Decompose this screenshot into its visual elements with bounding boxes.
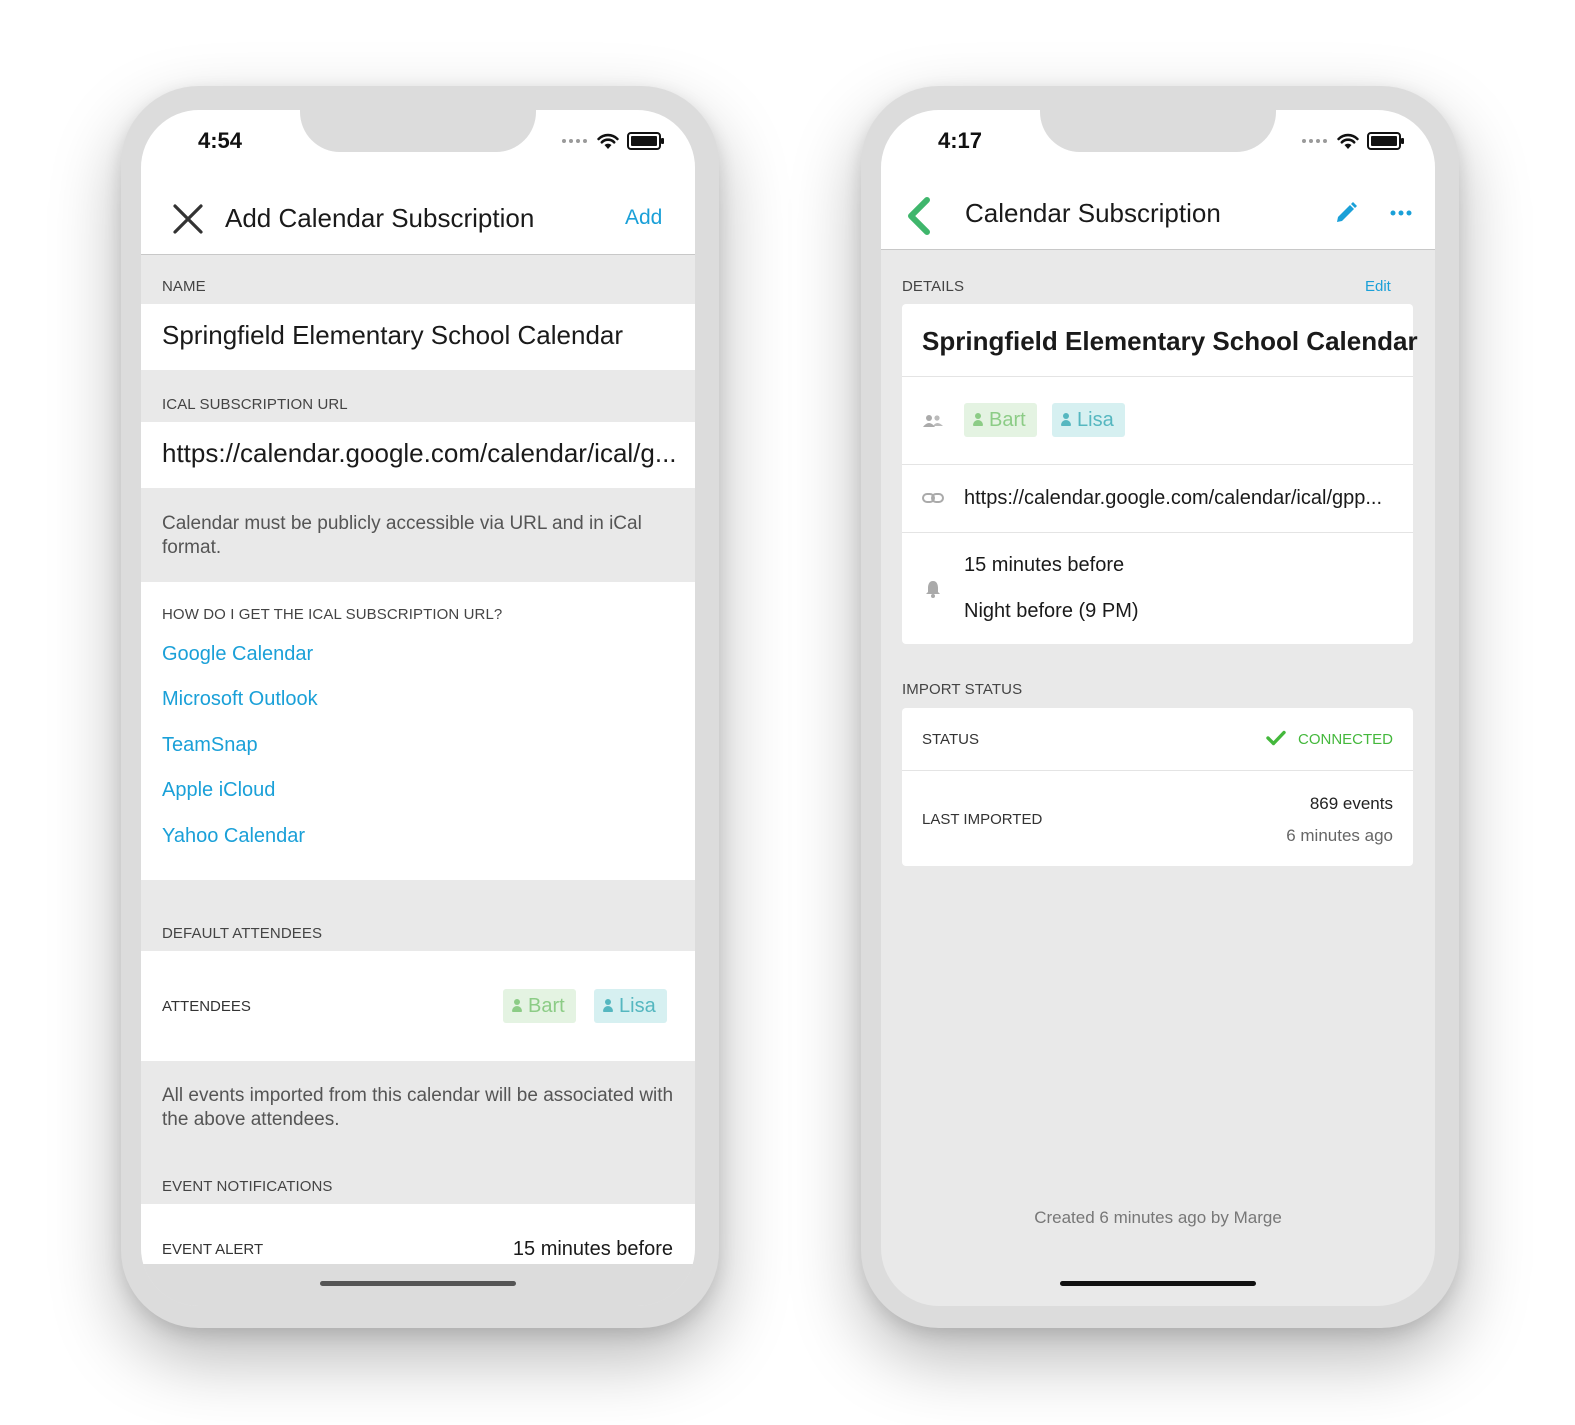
nav-bar: Calendar Subscription bbox=[881, 180, 1435, 250]
event-alert-label: EVENT ALERT bbox=[162, 1241, 264, 1258]
left-phone: 4:54 Add Calendar Subscription Add NAME … bbox=[121, 86, 719, 1328]
attendee-chip-bart[interactable]: Bart bbox=[964, 403, 1037, 437]
event-alert-row[interactable]: EVENT ALERT 15 minutes before bbox=[141, 1204, 695, 1264]
name-value: Springfield Elementary School Calendar bbox=[162, 320, 624, 350]
left-screen: 4:54 Add Calendar Subscription Add NAME … bbox=[141, 110, 695, 1306]
wifi-icon bbox=[1337, 133, 1359, 149]
status-value: CONNECTED bbox=[1297, 731, 1393, 748]
calendar-title: Springfield Elementary School Calendar bbox=[922, 326, 1418, 356]
right-screen: 4:17 Calendar Subscription DETAILS Edit … bbox=[881, 110, 1435, 1306]
bell-icon bbox=[926, 581, 940, 598]
footer-created: Created 6 minutes ago by Marge bbox=[1034, 1208, 1282, 1227]
attendees-row[interactable]: ATTENDEES Bart Lisa bbox=[141, 951, 695, 1061]
google-calendar-link[interactable]: Google Calendar bbox=[162, 643, 313, 666]
details-header: DETAILS bbox=[902, 278, 965, 295]
home-indicator[interactable] bbox=[320, 1281, 516, 1286]
people-icon bbox=[923, 415, 943, 427]
howto-card: HOW DO I GET THE ICAL SUBSCRIPTION URL? … bbox=[141, 582, 695, 880]
last-imported-time: 6 minutes ago bbox=[1286, 826, 1393, 845]
last-imported-label: LAST IMPORTED bbox=[922, 811, 1043, 828]
wifi-icon bbox=[597, 133, 619, 149]
check-icon bbox=[1266, 730, 1286, 746]
person-icon bbox=[973, 413, 983, 427]
attendee-chip-bart[interactable]: Bart bbox=[503, 989, 576, 1023]
close-icon[interactable] bbox=[173, 204, 203, 234]
status-time: 4:54 bbox=[198, 128, 243, 153]
battery-icon bbox=[627, 132, 664, 150]
notch bbox=[1040, 110, 1276, 152]
microsoft-outlook-link[interactable]: Microsoft Outlook bbox=[162, 688, 318, 711]
attendees-header: DEFAULT ATTENDEES bbox=[162, 925, 323, 942]
attendee-chip-lisa[interactable]: Lisa bbox=[1052, 403, 1125, 437]
event-alert-value: 15 minutes before bbox=[512, 1238, 673, 1260]
person-icon bbox=[603, 999, 613, 1013]
more-options-icon[interactable] bbox=[1390, 210, 1412, 216]
back-chevron-icon[interactable] bbox=[905, 196, 933, 236]
attendees-note: All events imported from this calendar w… bbox=[162, 1085, 674, 1130]
attendees-label: ATTENDEES bbox=[162, 998, 251, 1015]
name-header: NAME bbox=[162, 278, 206, 295]
attendee-chip-lisa[interactable]: Lisa bbox=[594, 989, 667, 1023]
apple-icloud-link[interactable]: Apple iCloud bbox=[162, 779, 275, 802]
person-icon bbox=[1061, 413, 1071, 427]
status-time: 4:17 bbox=[938, 128, 983, 153]
notifications-header: EVENT NOTIFICATIONS bbox=[162, 1178, 333, 1195]
page-title: Calendar Subscription bbox=[965, 198, 1221, 228]
url-header: ICAL SUBSCRIPTION URL bbox=[162, 396, 348, 413]
link-icon bbox=[922, 493, 944, 503]
nav-bar: Add Calendar Subscription Add bbox=[141, 180, 695, 255]
right-phone: 4:17 Calendar Subscription DETAILS Edit … bbox=[861, 86, 1459, 1328]
import-card: STATUS CONNECTED LAST IMPORTED 869 event… bbox=[902, 708, 1413, 866]
last-imported-events: 869 events bbox=[1309, 794, 1393, 813]
teamsnap-link[interactable]: TeamSnap bbox=[162, 734, 258, 757]
signal-icon bbox=[562, 139, 587, 143]
yahoo-calendar-link[interactable]: Yahoo Calendar bbox=[162, 825, 305, 848]
import-header: IMPORT STATUS bbox=[902, 681, 1023, 698]
person-icon bbox=[512, 999, 522, 1013]
battery-icon bbox=[1367, 132, 1404, 150]
name-field[interactable]: Springfield Elementary School Calendar bbox=[141, 304, 695, 370]
home-indicator[interactable] bbox=[1060, 1281, 1256, 1286]
edit-pencil-icon[interactable] bbox=[1334, 201, 1358, 225]
alert-1: 15 minutes before bbox=[964, 554, 1125, 576]
notch bbox=[300, 110, 536, 152]
url-value: https://calendar.google.com/calendar/ica… bbox=[162, 438, 677, 468]
details-edit-link[interactable]: Edit bbox=[1365, 278, 1391, 295]
alert-2: Night before (9 PM) bbox=[964, 600, 1139, 622]
status-label: STATUS bbox=[922, 731, 979, 748]
subscription-url[interactable]: https://calendar.google.com/calendar/ica… bbox=[964, 487, 1382, 510]
url-note: Calendar must be publicly accessible via… bbox=[162, 513, 642, 558]
add-button[interactable]: Add bbox=[625, 206, 662, 230]
details-card: Springfield Elementary School Calendar B… bbox=[902, 304, 1418, 644]
signal-icon bbox=[1302, 139, 1327, 143]
howto-header: HOW DO I GET THE ICAL SUBSCRIPTION URL? bbox=[162, 606, 503, 623]
url-field[interactable]: https://calendar.google.com/calendar/ica… bbox=[141, 422, 695, 488]
page-title: Add Calendar Subscription bbox=[225, 203, 535, 233]
